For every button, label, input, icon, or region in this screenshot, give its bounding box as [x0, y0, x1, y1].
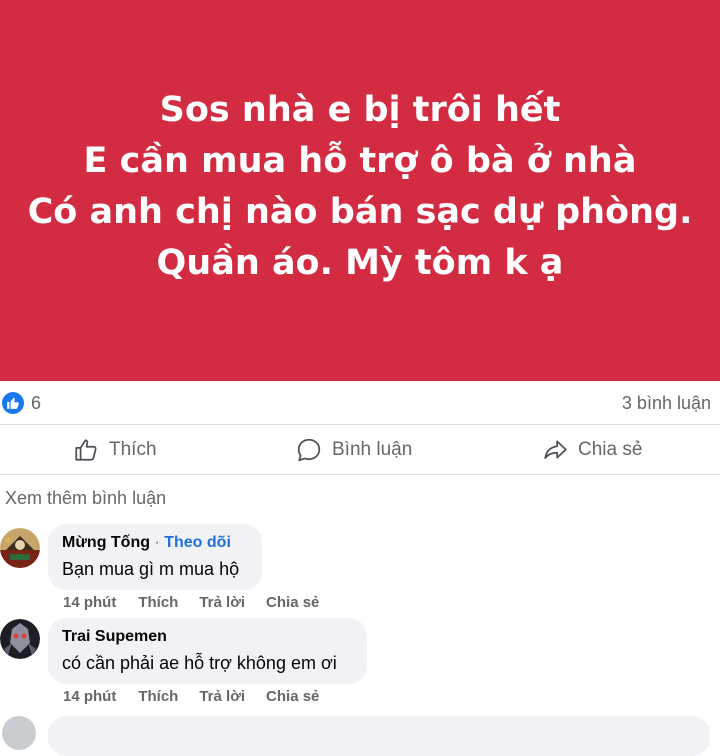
view-more-comments-link[interactable]: Xem thêm bình luận: [5, 488, 166, 509]
post-line: Quần áo. Mỳ tôm k ạ: [156, 243, 564, 283]
avatar[interactable]: [0, 619, 40, 659]
comment-meta: 14 phút Thích Trả lời Chia sẻ: [63, 688, 319, 705]
avatar[interactable]: [2, 716, 36, 750]
share-arrow-icon: [542, 437, 568, 463]
comment-time: 14 phút: [63, 688, 117, 705]
follow-link[interactable]: Theo dõi: [164, 534, 231, 551]
comment-reply-link[interactable]: Trả lời: [199, 594, 245, 611]
post-line: Sos nhà e bị trôi hết: [159, 90, 561, 130]
post-line: Có anh chị nào bán sạc dự phòng.: [27, 192, 693, 232]
share-button-label: Chia sẻ: [578, 439, 643, 460]
like-button-label: Thích: [109, 439, 157, 460]
post-text-banner: Sos nhà e bị trôi hết E cần mua hỗ trợ ô…: [0, 0, 720, 381]
post-text: Sos nhà e bị trôi hết E cần mua hỗ trợ ô…: [28, 85, 693, 289]
commenter-name[interactable]: Mừng Tống: [62, 534, 150, 551]
comment-share-link[interactable]: Chia sẻ: [266, 594, 319, 611]
share-button[interactable]: Chia sẻ: [542, 425, 642, 475]
comment-bubble: [48, 716, 710, 756]
separator-dot: ·: [154, 534, 160, 551]
comment-button[interactable]: Bình luận: [296, 425, 412, 475]
comment-like-link[interactable]: Thích: [138, 688, 178, 705]
comment-share-link[interactable]: Chia sẻ: [266, 688, 319, 705]
comment-header: Mừng Tống · Theo dõi: [62, 533, 248, 553]
speech-bubble-icon: [296, 437, 322, 463]
post-line: E cần mua hỗ trợ ô bà ở nhà: [83, 141, 637, 181]
post-action-bar: Thích Bình luận Chia sẻ: [0, 425, 720, 475]
comment-count[interactable]: 3 bình luận: [622, 393, 711, 414]
comment-like-link[interactable]: Thích: [138, 594, 178, 611]
comment-text: có cần phải ae hỗ trợ không em ơi: [62, 653, 337, 673]
comment-meta: 14 phút Thích Trả lời Chia sẻ: [63, 594, 319, 611]
comment-button-label: Bình luận: [332, 439, 413, 460]
avatar[interactable]: [0, 528, 40, 568]
comment-text: Bạn mua gì m mua hộ: [62, 559, 240, 579]
commenter-name[interactable]: Trai Supemen: [62, 627, 353, 647]
post-stats-bar: 6 3 bình luận: [0, 381, 720, 425]
like-button[interactable]: Thích: [73, 425, 157, 475]
comment-reply-link[interactable]: Trả lời: [199, 688, 245, 705]
reaction-count[interactable]: 6: [31, 393, 41, 414]
comment-bubble: Mừng Tống · Theo dõi Bạn mua gì m mua hộ: [48, 524, 262, 590]
thumbs-up-icon: [73, 437, 99, 463]
like-icon[interactable]: [2, 392, 24, 414]
comment-bubble: Trai Supemen có cần phải ae hỗ trợ không…: [48, 618, 367, 684]
comment-time: 14 phút: [63, 594, 117, 611]
